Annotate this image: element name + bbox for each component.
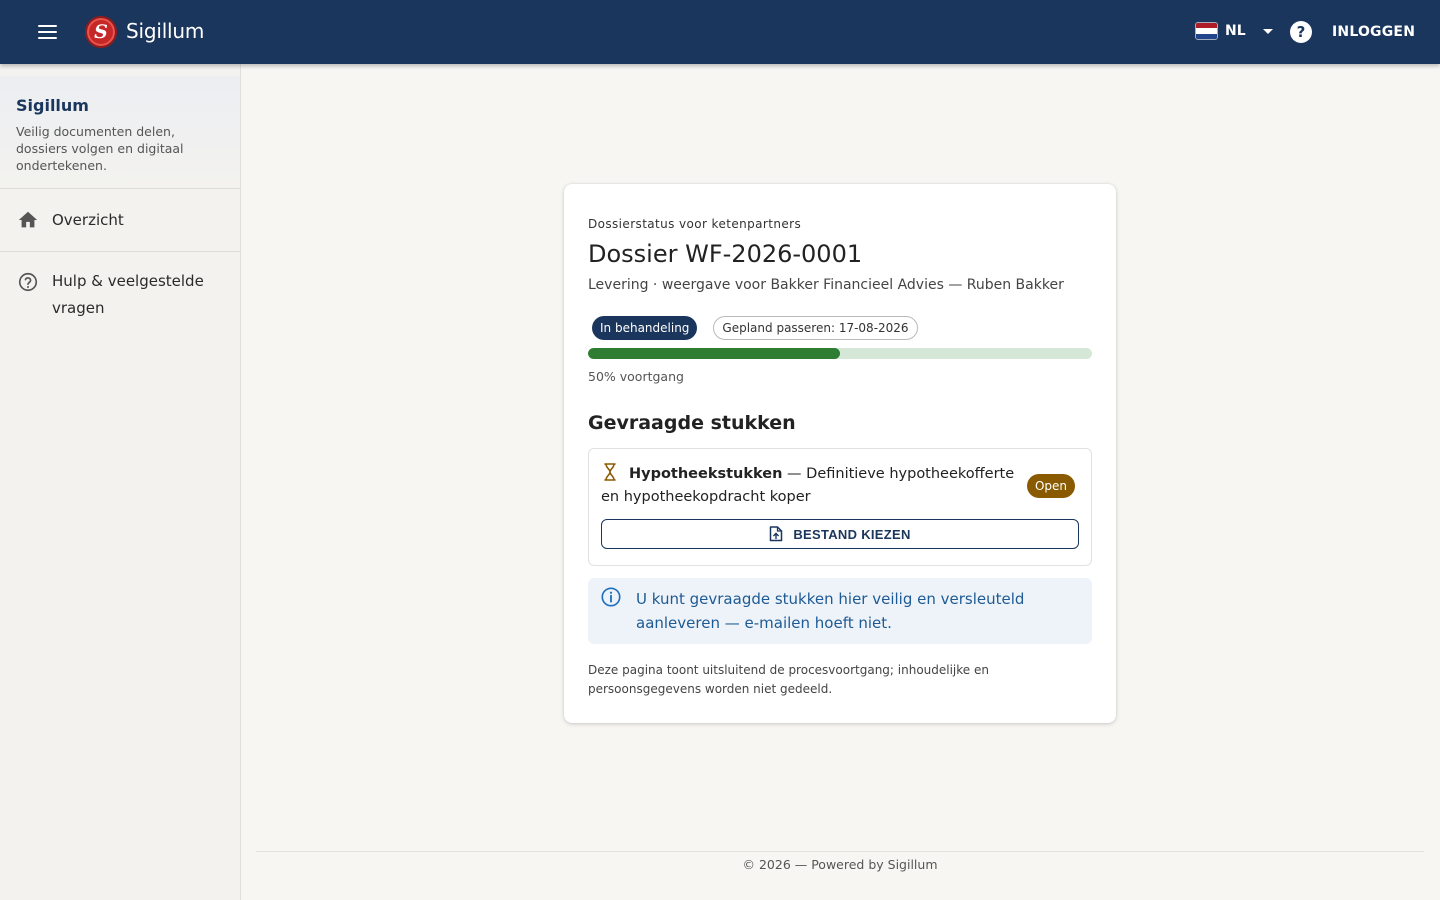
choose-file-label: BESTAND KIEZEN	[793, 526, 911, 542]
menu-button[interactable]	[30, 20, 66, 44]
sidebar-header: Sigillum Veilig documenten delen, dossie…	[0, 76, 240, 189]
sidebar-description: Veilig documenten delen, dossiers volgen…	[16, 124, 184, 173]
question-icon: ?	[1296, 23, 1306, 41]
card-subtitle: Levering · weergave voor Bakker Financie…	[588, 277, 1064, 293]
info-text: U kunt gevraagde stukken hier veilig en …	[636, 590, 1025, 632]
choose-file-button[interactable]: BESTAND KIEZEN	[601, 519, 1079, 549]
status-badge: In behandeling	[592, 316, 698, 340]
language-selector[interactable]: NL	[1195, 22, 1273, 40]
footer: © 2026 — Powered by Sigillum	[742, 857, 938, 872]
chevron-down-icon	[1262, 28, 1273, 34]
brand-name[interactable]: Sigillum	[126, 19, 204, 43]
footer-divider	[256, 851, 1424, 852]
language-label: NL	[1225, 23, 1246, 39]
dossier-status-card: Dossierstatus voor ketenpartners Dossier…	[564, 184, 1116, 723]
menu-icon-bar	[38, 25, 57, 27]
logo-letter: S	[94, 20, 108, 43]
section-title: Gevraagde stukken	[588, 412, 796, 434]
open-badge: Open	[1026, 474, 1075, 498]
page-title: Dossier WF-2026-0001	[588, 240, 863, 268]
progress-label: 50% voortgang	[588, 369, 684, 384]
sigillum-logo[interactable]: S	[85, 16, 117, 48]
progress-bar	[588, 348, 1092, 359]
home-icon	[16, 208, 40, 232]
sidebar-item-overzicht[interactable]: Overzicht	[0, 189, 240, 252]
sidebar-item-help[interactable]: Hulp & veelgestelde vragen	[0, 252, 240, 322]
top-app-bar: S Sigillum NL ? INLOGGEN	[0, 0, 1440, 64]
netherlands-flag-icon	[1195, 22, 1218, 40]
status-chips: In behandeling Gepland passeren: 17-08-2…	[592, 316, 918, 340]
progress-fill	[588, 348, 840, 359]
card-eyebrow: Dossierstatus voor ketenpartners	[588, 217, 802, 231]
login-button[interactable]: INLOGGEN	[1322, 16, 1425, 48]
info-icon	[601, 587, 621, 607]
menu-icon-bar	[38, 37, 57, 39]
privacy-footnote: Deze pagina toont uitsluitend de procesv…	[588, 663, 989, 696]
file-upload-icon	[770, 526, 783, 542]
help-button[interactable]: ?	[1290, 21, 1312, 43]
info-alert: U kunt gevraagde stukken hier veilig en …	[588, 578, 1092, 644]
sidebar-item-label: Overzicht	[52, 210, 124, 229]
request-description: Hypotheekstukken — Definitieve hypotheek…	[601, 463, 1021, 509]
sidebar: Sigillum Veilig documenten delen, dossie…	[0, 64, 241, 900]
requested-document-item: Hypotheekstukken — Definitieve hypotheek…	[588, 448, 1092, 566]
sidebar-title: Sigillum	[16, 96, 89, 115]
request-name: Hypotheekstukken	[629, 466, 783, 482]
sidebar-item-label: Hulp & veelgestelde vragen	[52, 272, 204, 317]
help-circle-icon	[16, 270, 40, 294]
menu-icon-bar	[38, 31, 57, 33]
date-chip: Gepland passeren: 17-08-2026	[713, 316, 918, 340]
